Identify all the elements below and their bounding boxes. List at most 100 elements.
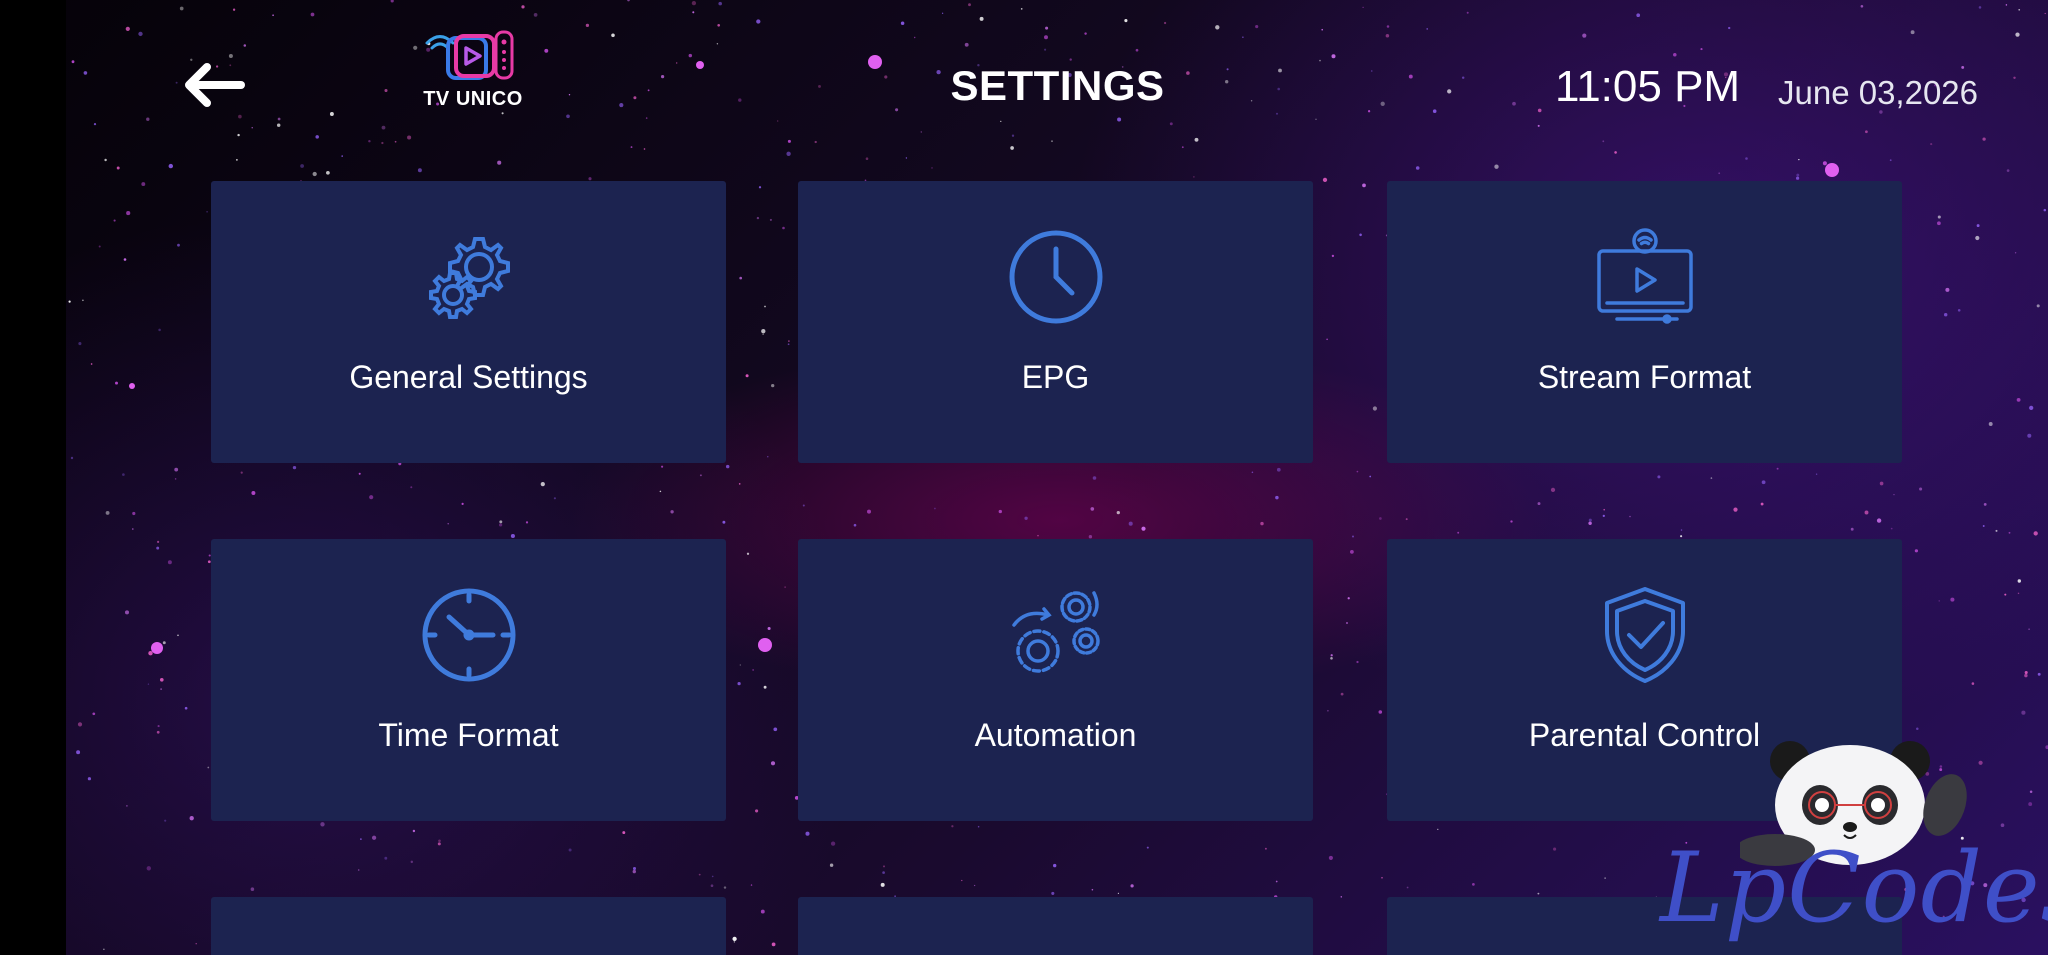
tile-time-format[interactable]: Time Format <box>211 539 726 821</box>
star-dot <box>1916 727 1919 731</box>
tile-label: Stream Format <box>1537 359 1752 395</box>
star-dot <box>123 258 127 261</box>
star-dot <box>1937 221 1941 226</box>
star-dot <box>763 685 767 689</box>
star-dot <box>1760 502 1764 506</box>
stream-screen-icon <box>1595 227 1695 327</box>
star-dot <box>1815 473 1818 475</box>
star-dot <box>1978 6 1982 9</box>
star-dot <box>756 19 761 24</box>
star-dot <box>1181 146 1184 149</box>
star-dot <box>585 23 590 28</box>
star-dot <box>1372 406 1377 411</box>
star-dot <box>931 167 933 169</box>
star-dot <box>368 139 371 143</box>
star-dot <box>410 486 413 489</box>
star-dot <box>699 474 702 477</box>
tile-row3-col2[interactable] <box>798 897 1313 955</box>
star-dot <box>1910 30 1915 35</box>
star-dot <box>1745 157 1748 160</box>
star-dot <box>2043 208 2047 212</box>
star-dot <box>126 805 128 807</box>
star-dot <box>312 171 317 177</box>
star-dot <box>1276 467 1281 472</box>
star-dot <box>384 88 388 93</box>
star-dot <box>1945 287 1950 292</box>
star-dot <box>1331 54 1336 59</box>
star-dot <box>1367 110 1371 113</box>
tile-general-settings[interactable]: General Settings <box>211 181 726 463</box>
star-dot <box>692 11 695 14</box>
star-dot <box>310 12 315 17</box>
star-dot <box>1680 529 1683 531</box>
star-dot <box>413 45 418 50</box>
star-dot <box>1386 25 1390 28</box>
star-dot <box>1124 19 1128 23</box>
star-dot <box>1426 28 1429 30</box>
star-dot <box>125 26 130 31</box>
star-dot <box>1340 692 1344 696</box>
star-dot <box>1988 422 1993 426</box>
star-dot <box>1037 534 1039 537</box>
star-dot <box>2016 398 2021 402</box>
star-dot <box>1461 76 1465 79</box>
watermark-text: LpCodes <box>1660 832 2048 944</box>
clock-time: 11:05 PM <box>1555 62 1741 111</box>
star-dot <box>276 123 281 127</box>
star-dot <box>1091 888 1094 891</box>
star-dot <box>1432 109 1437 113</box>
star-dot <box>2029 405 2034 411</box>
lpcodes-watermark: LpCodes <box>1640 735 2048 955</box>
star-dot <box>1322 177 1328 183</box>
star-dot <box>1510 520 1513 523</box>
tile-label: Time Format <box>378 717 559 753</box>
star-dot <box>76 750 81 755</box>
star-dot <box>1347 597 1350 600</box>
star-dot <box>243 44 247 47</box>
star-dot <box>1614 151 1617 154</box>
star-dot <box>417 168 422 173</box>
star-dot <box>1090 507 1095 511</box>
star-dot <box>1879 481 1884 486</box>
star-dot <box>329 112 334 116</box>
glow-star <box>1825 163 1839 177</box>
star-dot <box>755 809 759 813</box>
star-dot <box>784 586 786 588</box>
back-button[interactable] <box>178 55 250 115</box>
star-dot <box>733 941 736 943</box>
star-dot <box>147 683 150 685</box>
star-dot <box>394 140 397 143</box>
star-dot <box>1141 526 1146 531</box>
star-dot <box>818 84 821 88</box>
star-dot <box>232 8 236 11</box>
tile-row3-col1[interactable] <box>211 897 726 955</box>
star-dot <box>251 491 256 495</box>
star-dot <box>973 884 976 887</box>
tile-epg[interactable]: EPG <box>798 181 1313 463</box>
star-dot <box>87 777 91 781</box>
tile-stream-format[interactable]: Stream Format <box>1387 181 1902 463</box>
star-dot <box>723 886 727 889</box>
star-dot <box>716 43 719 45</box>
star-dot <box>68 300 71 303</box>
star-dot <box>619 103 624 108</box>
tile-automation[interactable]: Automation <box>798 539 1313 821</box>
star-dot <box>1971 682 1975 685</box>
star-dot <box>1084 32 1087 35</box>
star-dot <box>1130 884 1134 888</box>
star-dot <box>1415 166 1420 170</box>
automation-gears-icon <box>1006 585 1106 685</box>
star-dot <box>732 936 737 942</box>
star-dot <box>1405 518 1408 521</box>
star-dot <box>2004 593 2007 596</box>
star-dot <box>1044 35 1048 40</box>
star-dot <box>1362 6 1364 9</box>
star-dot <box>207 766 210 769</box>
star-dot <box>132 511 136 516</box>
star-dot <box>1169 122 1173 126</box>
star-dot <box>410 860 414 864</box>
star-dot <box>1602 514 1605 518</box>
star-dot <box>498 523 503 527</box>
star-dot <box>1728 26 1731 30</box>
star-dot <box>341 155 343 157</box>
